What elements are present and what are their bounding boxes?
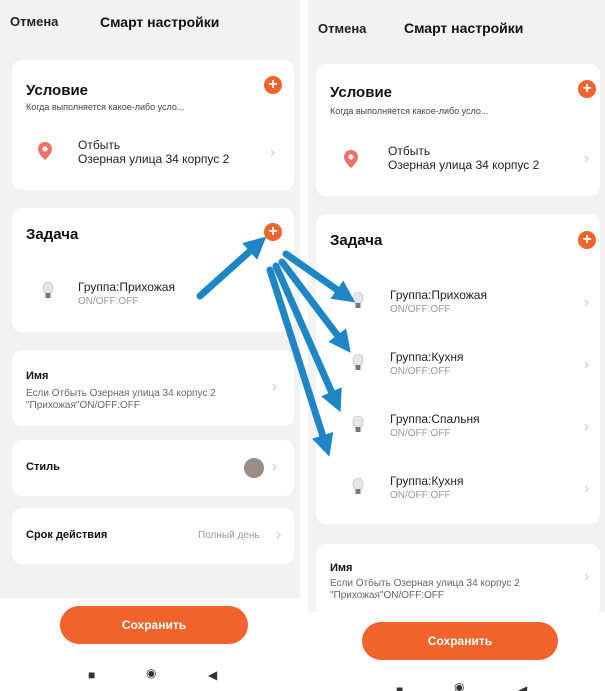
nav-home-icon[interactable]: ◉ [146, 666, 156, 680]
task-row[interactable]: Группа:Кухня ON/OFF:OFF › [316, 470, 600, 510]
cancel-button[interactable]: Отмена [318, 21, 366, 36]
task-name: Группа:Кухня [390, 474, 464, 488]
task-card: Задача + Группа:Прихожая ON/OFF:OFF [12, 208, 294, 332]
condition-subtitle[interactable]: Когда выполняется какое-либо усло... [330, 106, 488, 116]
task-state: ON/OFF:OFF [390, 366, 451, 377]
page-title: Смарт настройки [100, 14, 220, 30]
location-row[interactable]: Отбыть Озерная улица 34 корпус 2 › [316, 140, 600, 180]
chevron-right-icon: › [584, 294, 590, 311]
name-line-1: Если Отбыть Озерная улица 34 корпус 2 [26, 388, 216, 399]
nav-square-icon[interactable]: ■ [396, 683, 403, 691]
validity-value: Полный день [198, 530, 260, 541]
page-title: Смарт настройки [404, 20, 524, 36]
location-row[interactable]: Отбыть Озерная улица 34 корпус 2 › [12, 134, 294, 174]
name-title: Имя [330, 562, 353, 574]
task-card: Задача + Группа:Прихожая ON/OFF:OFF › Гр… [316, 214, 600, 524]
style-label: Стиль [26, 461, 60, 473]
task-title: Задача [330, 232, 383, 249]
task-row[interactable]: Группа:Кухня ON/OFF:OFF › [316, 346, 600, 386]
validity-label: Срок действия [26, 529, 108, 541]
add-condition-plus-icon[interactable]: + [264, 76, 282, 94]
location-label: Отбыть [78, 138, 121, 152]
top-bar: Отмена Смарт настройки [0, 0, 300, 44]
task-name: Группа:Кухня [390, 350, 464, 364]
condition-card: Условие Когда выполняется какое-либо усл… [12, 60, 294, 190]
condition-title: Условие [26, 82, 89, 99]
style-card[interactable]: Стиль › [12, 440, 294, 496]
location-address: Озерная улица 34 корпус 2 [388, 158, 540, 172]
lightbulb-icon [352, 478, 364, 494]
task-row[interactable]: Группа:Спальня ON/OFF:OFF › [316, 408, 600, 448]
task-state: ON/OFF:OFF [390, 490, 451, 501]
nav-back-icon[interactable]: ◀ [518, 683, 527, 691]
chevron-right-icon: › [276, 526, 282, 543]
nav-home-icon[interactable]: ◉ [454, 680, 464, 691]
task-name: Группа:Прихожая [390, 288, 487, 302]
save-button[interactable]: Сохранить [362, 622, 558, 660]
chevron-right-icon: › [584, 480, 590, 497]
left-screen: Отмена Смарт настройки Условие Когда вып… [0, 0, 300, 691]
condition-card: Условие Когда выполняется какое-либо усл… [316, 64, 600, 196]
location-pin-icon [344, 150, 358, 168]
add-task-plus-icon[interactable]: + [578, 231, 596, 249]
right-screen: Отмена Смарт настройки Условие Когда вып… [308, 0, 605, 691]
condition-subtitle[interactable]: Когда выполняется какое-либо усло... [26, 102, 184, 112]
chevron-right-icon: › [272, 378, 278, 395]
name-line-2: "Прихожая"ON/OFF:OFF [26, 400, 140, 411]
chevron-right-icon: › [272, 458, 278, 475]
condition-title: Условие [330, 84, 393, 101]
lightbulb-icon [42, 282, 54, 298]
task-state: ON/OFF:OFF [78, 296, 139, 307]
validity-card[interactable]: Срок действия Полный день › [12, 508, 294, 564]
location-label: Отбыть [388, 144, 431, 158]
task-row[interactable]: Группа:Прихожая ON/OFF:OFF › [316, 284, 600, 324]
chevron-right-icon: › [584, 568, 590, 585]
name-card[interactable]: Имя Если Отбыть Озерная улица 34 корпус … [316, 544, 600, 616]
save-button[interactable]: Сохранить [60, 606, 248, 644]
task-title: Задача [26, 226, 79, 243]
name-line-1: Если Отбыть Озерная улица 34 корпус 2 [330, 578, 520, 589]
task-name: Группа:Прихожая [78, 280, 175, 294]
task-row[interactable]: Группа:Прихожая ON/OFF:OFF [12, 276, 294, 316]
location-pin-icon [38, 142, 52, 160]
lightbulb-icon [352, 354, 364, 370]
name-card[interactable]: Имя Если Отбыть Озерная улица 34 корпус … [12, 350, 294, 426]
task-name: Группа:Спальня [390, 412, 480, 426]
add-condition-plus-icon[interactable]: + [578, 80, 596, 98]
cancel-button[interactable]: Отмена [10, 14, 58, 29]
add-task-plus-icon[interactable]: + [264, 223, 282, 241]
task-state: ON/OFF:OFF [390, 304, 451, 315]
chevron-right-icon: › [584, 356, 590, 373]
chevron-right-icon: › [584, 150, 590, 167]
chevron-right-icon: › [584, 418, 590, 435]
lightbulb-icon [352, 416, 364, 432]
name-title: Имя [26, 370, 49, 382]
task-state: ON/OFF:OFF [390, 428, 451, 439]
chevron-right-icon: › [270, 144, 276, 161]
nav-square-icon[interactable]: ■ [88, 668, 95, 682]
top-bar: Отмена Смарт настройки [308, 0, 605, 44]
lightbulb-icon [352, 292, 364, 308]
name-line-2: "Прихожая"ON/OFF:OFF [330, 590, 444, 601]
location-address: Озерная улица 34 корпус 2 [78, 152, 230, 166]
color-swatch[interactable] [244, 458, 264, 478]
nav-back-icon[interactable]: ◀ [208, 668, 217, 682]
